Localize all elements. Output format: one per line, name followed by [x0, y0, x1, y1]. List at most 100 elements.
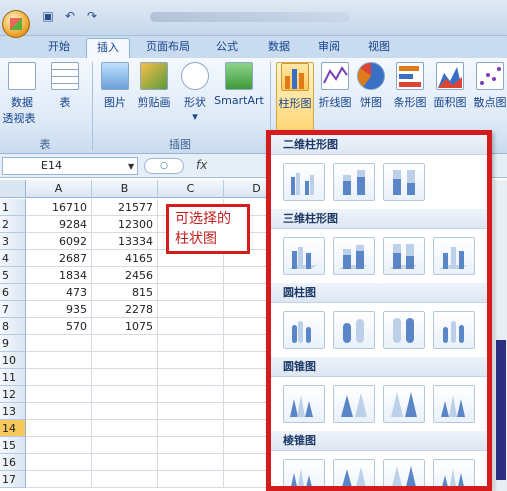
row-header[interactable]: 16 — [0, 454, 26, 471]
table-cell[interactable]: 9284 — [26, 216, 92, 233]
scatter-chart-button[interactable]: 散点图 — [472, 62, 507, 110]
table-cell[interactable] — [26, 454, 92, 471]
row-header[interactable]: 6 — [0, 284, 26, 301]
table-cell[interactable]: 2278 — [92, 301, 158, 318]
3d-cone-thumb[interactable] — [433, 385, 475, 423]
table-cell[interactable] — [158, 318, 224, 335]
table-cell[interactable] — [26, 403, 92, 420]
table-cell[interactable] — [92, 386, 158, 403]
table-cell[interactable] — [158, 284, 224, 301]
table-cell[interactable] — [158, 420, 224, 437]
table-cell[interactable]: 21577 — [92, 199, 158, 216]
table-cell[interactable] — [92, 403, 158, 420]
table-cell[interactable] — [158, 471, 224, 488]
3d-cylinder-thumb[interactable] — [433, 311, 475, 349]
table-cell[interactable]: 13334 — [92, 233, 158, 250]
table-cell[interactable]: 1834 — [26, 267, 92, 284]
zoom-handle[interactable]: ○ — [144, 158, 184, 174]
line-chart-button[interactable]: 折线图 — [316, 62, 354, 110]
table-cell[interactable] — [92, 369, 158, 386]
tab-insert[interactable]: 插入 — [86, 38, 130, 58]
row-header[interactable]: 3 — [0, 233, 26, 250]
table-cell[interactable]: 935 — [26, 301, 92, 318]
table-cell[interactable] — [92, 352, 158, 369]
tab-data[interactable]: 数据 — [258, 38, 300, 58]
table-cell[interactable] — [26, 352, 92, 369]
column-header[interactable]: A — [26, 180, 92, 198]
row-header[interactable]: 15 — [0, 437, 26, 454]
clustered-pyramid-thumb[interactable] — [283, 459, 325, 486]
stacked-cone-thumb[interactable] — [333, 385, 375, 423]
row-header[interactable]: 5 — [0, 267, 26, 284]
tab-review[interactable]: 审阅 — [308, 38, 350, 58]
tab-formulas[interactable]: 公式 — [206, 38, 248, 58]
table-cell[interactable] — [158, 454, 224, 471]
stacked-cylinder-thumb[interactable] — [333, 311, 375, 349]
table-cell[interactable]: 473 — [26, 284, 92, 301]
row-header[interactable]: 12 — [0, 386, 26, 403]
row-header[interactable]: 2 — [0, 216, 26, 233]
column-header[interactable]: C — [158, 180, 224, 198]
table-cell[interactable] — [158, 437, 224, 454]
undo-icon[interactable]: ↶ — [62, 9, 78, 23]
scrollbar-thumb[interactable] — [496, 340, 506, 480]
clustered-cylinder-thumb[interactable] — [283, 311, 325, 349]
save-icon[interactable]: ▣ — [40, 9, 56, 23]
row-header[interactable]: 1 — [0, 199, 26, 216]
table-cell[interactable]: 6092 — [26, 233, 92, 250]
table-cell[interactable] — [92, 437, 158, 454]
row-header[interactable]: 7 — [0, 301, 26, 318]
table-cell[interactable] — [158, 403, 224, 420]
percent-stacked-cone-thumb[interactable] — [383, 385, 425, 423]
pivot-table-button[interactable]: 数据 透视表 — [3, 62, 40, 126]
stacked-pyramid-thumb[interactable] — [333, 459, 375, 486]
table-cell[interactable]: 12300 — [92, 216, 158, 233]
table-cell[interactable] — [92, 471, 158, 488]
table-cell[interactable] — [158, 352, 224, 369]
fx-icon[interactable]: fx — [196, 158, 207, 172]
table-cell[interactable]: 2687 — [26, 250, 92, 267]
name-box[interactable]: E14 — [2, 157, 138, 175]
table-cell[interactable] — [158, 386, 224, 403]
picture-button[interactable]: 图片 — [100, 62, 130, 110]
stacked-column-thumb[interactable] — [333, 163, 375, 201]
area-chart-button[interactable]: 面积图 — [432, 62, 468, 110]
table-cell[interactable] — [26, 386, 92, 403]
table-cell[interactable]: 16710 — [26, 199, 92, 216]
chevron-down-icon[interactable]: ▼ — [128, 162, 134, 171]
percent-stacked-pyramid-thumb[interactable] — [383, 459, 425, 486]
row-header[interactable]: 9 — [0, 335, 26, 352]
column-header[interactable]: B — [92, 180, 158, 198]
table-cell[interactable] — [26, 335, 92, 352]
clipart-button[interactable]: 剪贴画 — [136, 62, 172, 110]
table-cell[interactable] — [158, 301, 224, 318]
3d-column-thumb[interactable] — [433, 237, 475, 275]
row-header[interactable]: 4 — [0, 250, 26, 267]
3d-percent-stacked-column-thumb[interactable] — [383, 237, 425, 275]
redo-icon[interactable]: ↷ — [84, 9, 100, 23]
table-cell[interactable] — [158, 335, 224, 352]
shapes-button[interactable]: 形状 ▾ — [180, 62, 210, 123]
pie-chart-button[interactable]: 饼图 — [356, 62, 386, 110]
table-cell[interactable]: 1075 — [92, 318, 158, 335]
tab-home[interactable]: 开始 — [38, 38, 80, 58]
row-header[interactable]: 17 — [0, 471, 26, 488]
table-cell[interactable]: 2456 — [92, 267, 158, 284]
table-cell[interactable] — [26, 471, 92, 488]
row-header[interactable]: 11 — [0, 369, 26, 386]
3d-clustered-column-thumb[interactable] — [283, 237, 325, 275]
tab-view[interactable]: 视图 — [358, 38, 400, 58]
table-cell[interactable] — [26, 420, 92, 437]
clustered-cone-thumb[interactable] — [283, 385, 325, 423]
office-button[interactable] — [2, 10, 30, 38]
bar-chart-button[interactable]: 条形图 — [392, 62, 428, 110]
row-header[interactable]: 8 — [0, 318, 26, 335]
table-cell[interactable] — [92, 420, 158, 437]
table-cell[interactable] — [92, 454, 158, 471]
select-all-corner[interactable] — [0, 180, 26, 198]
row-header[interactable]: 10 — [0, 352, 26, 369]
smartart-button[interactable]: SmartArt — [214, 62, 264, 107]
3d-pyramid-thumb[interactable] — [433, 459, 475, 486]
3d-stacked-column-thumb[interactable] — [333, 237, 375, 275]
tab-page-layout[interactable]: 页面布局 — [136, 38, 200, 58]
